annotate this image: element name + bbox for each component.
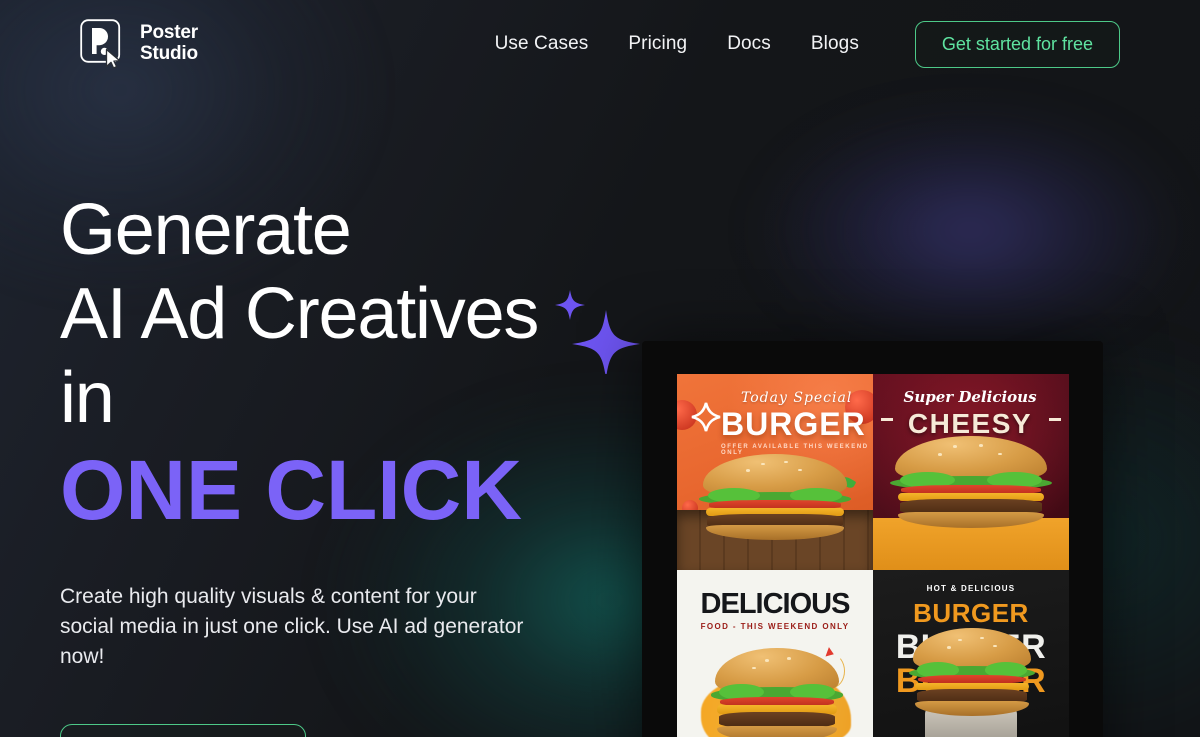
nav-link-docs[interactable]: Docs [727,33,771,55]
headline-line-1: Generate [60,190,352,270]
sparkle-stars-icon [548,284,648,378]
poster4-title: BURGER [913,598,1029,628]
dash-accent [881,418,893,421]
nav-link-pricing[interactable]: Pricing [628,33,687,55]
burger-illustration [890,436,1052,528]
poster-burger-dark[interactable]: HOT & DELICIOUS BURGER BURGER BURGER [873,570,1069,737]
burger-illustration [909,628,1035,716]
nav-link-blogs[interactable]: Blogs [811,33,859,55]
dash-accent [1049,418,1061,421]
headline-line-2: AI Ad Creatives [60,274,539,354]
headline-accent: ONE CLICK [60,443,522,537]
main-navigation: Use Cases Pricing Docs Blogs Get started… [495,20,1120,68]
brand-logo[interactable]: Poster Studio [80,19,198,69]
header-get-started-button[interactable]: Get started for free [914,20,1120,68]
poster3-subtitle: FOOD - THIS WEEKEND ONLY [700,622,850,631]
poster-burger-orange[interactable]: Today Special BURGER OFFER AVAILABLE THI… [677,374,873,570]
site-header: Poster Studio Use Cases Pricing Docs Blo… [0,0,1200,88]
hero-section: Generate AI Ad Creatives in ONE CLICK Cr… [0,88,1200,737]
poster3-title: DELICIOUS [700,588,851,620]
brand-name: Poster Studio [140,23,198,64]
poster4-kicker: HOT & DELICIOUS [926,584,1016,593]
four-point-star-icon [691,402,721,432]
hero-get-started-button[interactable]: Get started for free [60,724,307,737]
burger-illustration [711,648,843,737]
hero-copy: Generate AI Ad Creatives in ONE CLICK Cr… [0,88,620,737]
poster1-script-text: Today Special [741,390,853,406]
nav-link-use-cases[interactable]: Use Cases [495,33,589,55]
poster-studio-logo-icon [80,19,126,69]
cursor-arrow-icon [105,48,121,69]
poster-delicious-white[interactable]: DELICIOUS FOOD - THIS WEEKEND ONLY [677,570,873,737]
page-title: Generate AI Ad Creatives in ONE CLICK [60,188,620,538]
headline-line-3: in [60,358,115,438]
poster2-script-text: Super Delicious [903,388,1037,406]
poster-grid: Today Special BURGER OFFER AVAILABLE THI… [677,374,1069,737]
poster-cheesy-maroon[interactable]: Super Delicious CHEESY [873,374,1069,570]
poster1-title: BURGER [721,406,866,442]
hero-subtitle: Create high quality visuals & content fo… [60,585,524,668]
burger-illustration [698,454,852,540]
brand-name-line2: Studio [140,43,198,64]
poster-showcase-panel: Today Special BURGER OFFER AVAILABLE THI… [642,341,1103,737]
brand-name-line1: Poster [140,22,198,44]
